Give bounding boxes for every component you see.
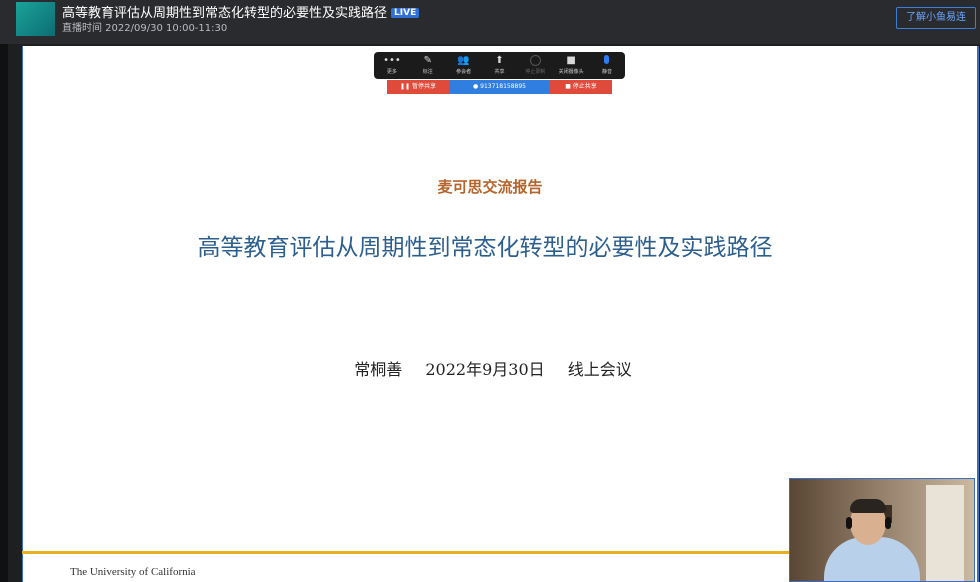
toolbar-record[interactable]: 停止录制: [518, 55, 552, 76]
speaker-hair: [850, 499, 886, 513]
share-screen-icon: ⬆: [495, 55, 504, 66]
presentation-date: 2022年9月30日: [425, 360, 545, 379]
slide-title: 高等教育评估从周期性到常态化转型的必要性及实践路径: [197, 235, 773, 261]
toolbar-more[interactable]: ••• 更多: [375, 55, 409, 76]
live-badge: LIVE: [391, 8, 420, 18]
share-control-bar: ❚❚ 暂停共享 ● 913718158895 ■ 停止共享: [387, 80, 612, 94]
toolbar-share[interactable]: ⬆ 共享: [482, 55, 516, 76]
headset-icon: [846, 517, 852, 529]
stop-share-button[interactable]: ■ 停止共享: [550, 80, 612, 94]
participants-icon: 👥: [457, 55, 470, 66]
pen-icon: ✎: [423, 55, 432, 66]
top-bar: 高等教育评估从周期性到常态化转型的必要性及实践路径 LIVE 直播时间 2022/…: [0, 0, 980, 44]
channel-thumbnail[interactable]: [16, 2, 55, 36]
toolbar-camera[interactable]: ■ 关闭摄像头: [554, 55, 588, 76]
meeting-toolbar: ••• 更多 ✎ 标注 👥 参会者 ⬆ 共享 停止录制 ■ 关闭摄像头 静音: [374, 52, 625, 79]
slide-footer: The University of California: [70, 566, 196, 578]
speaker-name: 常桐善: [354, 360, 403, 379]
toolbar-mute[interactable]: 静音: [590, 55, 624, 76]
slide-kicker: 麦可思交流报告: [437, 178, 543, 196]
footer-divider: [22, 551, 792, 554]
toolbar-participants[interactable]: 👥 参会者: [447, 55, 481, 76]
headset-icon: [885, 517, 891, 529]
mic-icon: [590, 55, 624, 67]
background-door: [926, 485, 964, 581]
more-icon: •••: [383, 55, 401, 66]
slide-byline: 常桐善 2022年9月30日 线上会议: [0, 356, 980, 380]
learn-more-button[interactable]: 了解小鱼易连: [896, 7, 976, 29]
stream-time: 直播时间 2022/09/30 10:00-11:30: [62, 23, 228, 34]
record-icon: [518, 55, 552, 67]
left-edge: [0, 44, 8, 582]
toolbar-annotate[interactable]: ✎ 标注: [411, 55, 445, 76]
lock-icon: ●: [473, 83, 479, 90]
speaker-video[interactable]: [789, 478, 975, 582]
venue: 线上会议: [567, 360, 632, 379]
meeting-id: ● 913718158895: [449, 80, 550, 94]
pause-share-button[interactable]: ❚❚ 暂停共享: [387, 80, 449, 94]
camera-icon: ■: [566, 55, 576, 66]
